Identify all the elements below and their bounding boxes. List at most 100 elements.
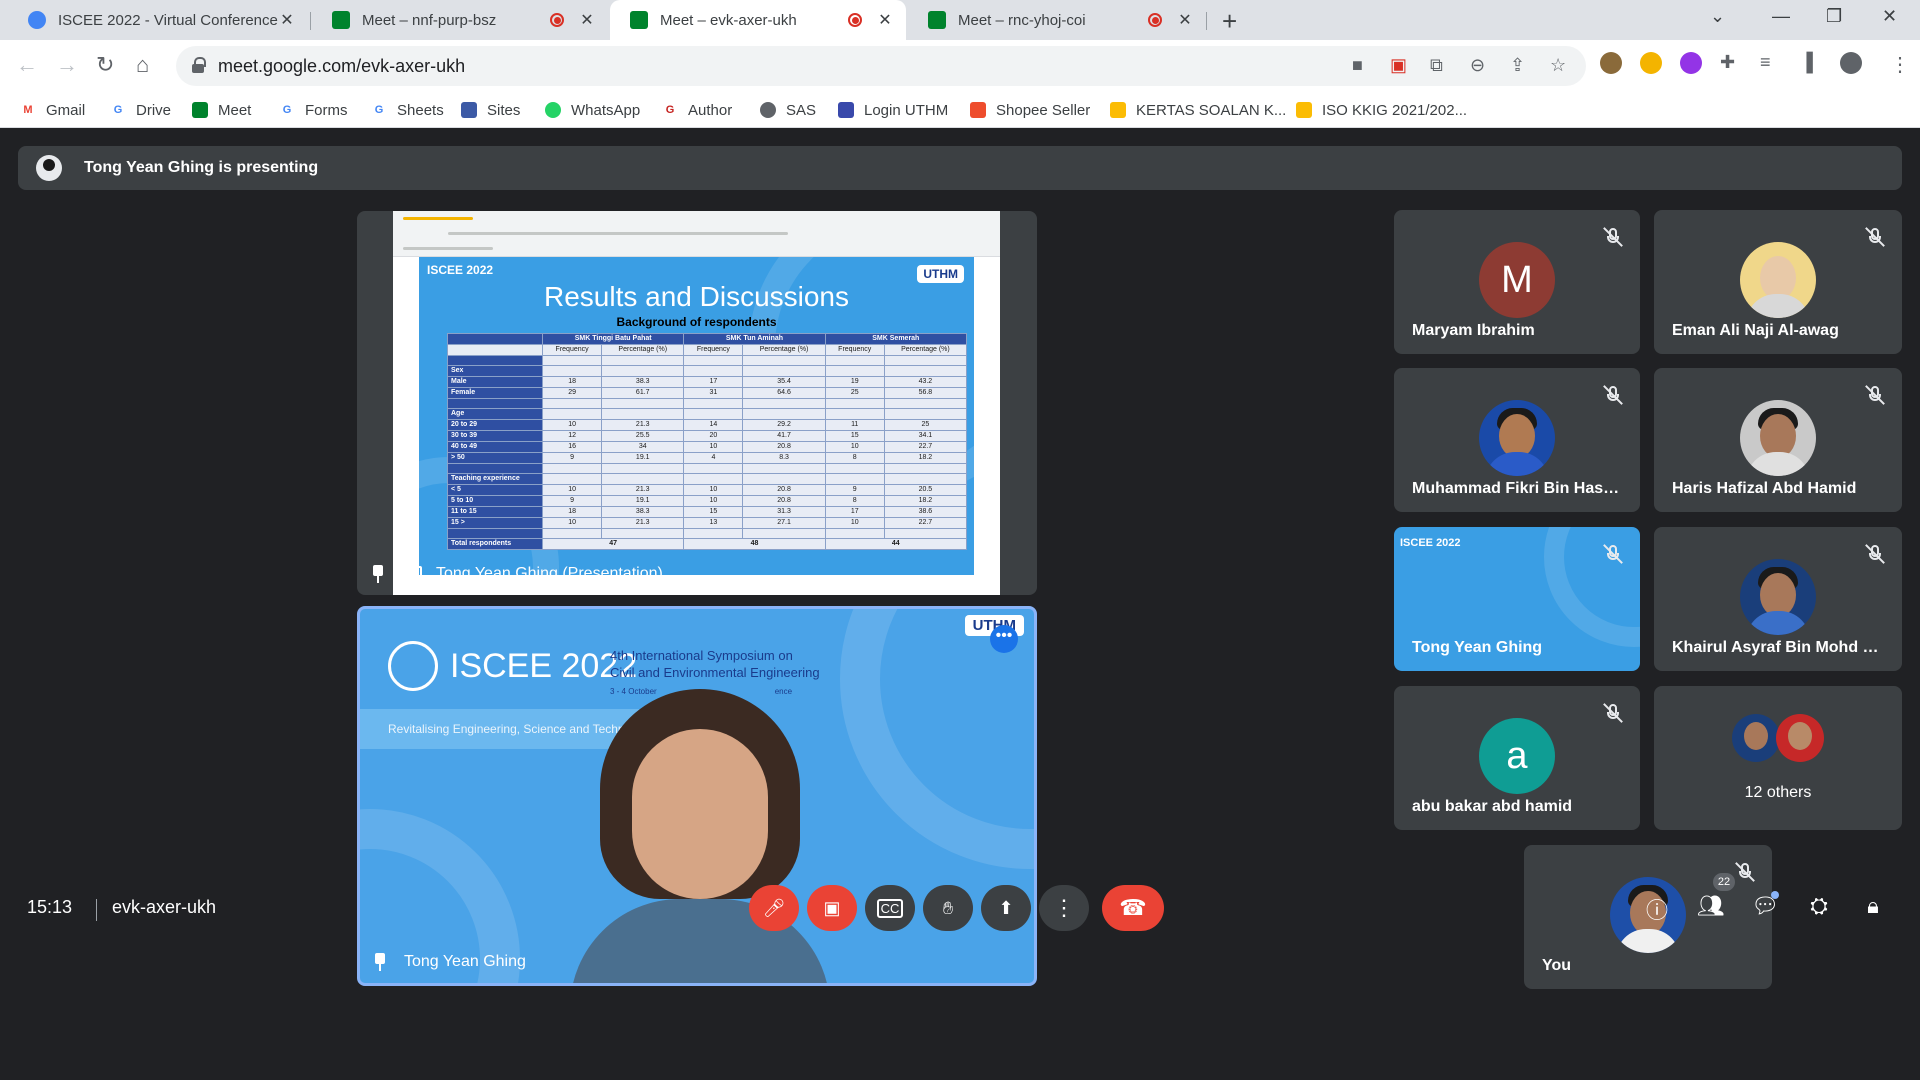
close-tab-icon[interactable]: ✕ [1176,10,1194,30]
school-header: SMK Tun Aminah [683,333,826,345]
tab-search-icon[interactable]: ⌄ [1710,6,1725,27]
close-tab-icon[interactable]: ✕ [578,10,596,30]
tab-iscee[interactable]: ISCEE 2022 - Virtual Conference ✕ [8,0,308,40]
speaker-tile[interactable]: ISCEE 2022 4th International Symposium o… [357,606,1037,986]
column-header: Frequency [683,344,744,356]
zoom-icon[interactable]: ⊖ [1470,55,1485,76]
participant-tile[interactable]: Khairul Asyraf Bin Mohd R... [1654,527,1902,671]
participant-tile-presenter[interactable]: ISCEE 2022 Tong Yean Ghing [1394,527,1640,671]
pin-icon[interactable] [372,565,384,583]
camera-icon[interactable]: ■ [1352,55,1363,76]
restore-button[interactable]: ❐ [1826,6,1842,27]
close-tab-icon[interactable]: ✕ [278,10,296,30]
reload-button[interactable]: ↻ [96,52,114,78]
share-icon[interactable]: ⇪ [1510,55,1525,76]
camera-off-button[interactable]: ▣ [807,885,857,931]
mic-off-icon: 🎤︎ [762,897,786,918]
tab-title: Meet – nnf-purp-bsz [362,11,497,29]
tab-strip: ISCEE 2022 - Virtual Conference ✕ Meet –… [0,0,1920,40]
people-icon[interactable]: 👥︎ [1695,893,1727,919]
home-button[interactable]: ⌂ [136,52,149,78]
bookmark-drive[interactable]: G Drive [110,92,171,128]
row-label: 11 to 15 [447,506,543,518]
bookmark-sas[interactable]: SAS [760,92,816,128]
bookmark-iso[interactable]: ISO KKIG 2021/202... [1296,92,1467,128]
close-tab-icon[interactable]: ✕ [876,10,894,30]
more-options-button[interactable]: ⋮ [1039,885,1089,931]
row-label: < 5 [447,484,543,496]
raise-hand-button[interactable]: ✋︎ [923,885,973,931]
pin-icon[interactable] [374,953,386,971]
bookmark-author[interactable]: G Author [662,92,732,128]
extension-bulb-icon[interactable] [1640,52,1662,74]
open-in-new-icon[interactable]: ⧉ [1430,55,1443,76]
conference-logo: ISCEE 2022 [388,641,637,691]
bookmark-sheets[interactable]: G Sheets [371,92,444,128]
participant-tile[interactable]: Muhammad Fikri Bin Hasm... [1394,368,1640,512]
bookmark-star-icon[interactable]: ☆ [1550,55,1566,76]
bookmark-gmail[interactable]: M Gmail [20,92,85,128]
host-controls-icon[interactable]: 🔒︎ [1857,893,1889,919]
extensions-puzzle-icon[interactable]: ✚ [1720,52,1735,73]
blocked-popup-icon[interactable]: ▣ [1390,55,1407,76]
table-cell: 19.1 [601,452,685,464]
present-screen-icon [402,566,422,582]
table-cell [883,408,968,420]
activities-icon[interactable]: ⛭ [1803,893,1835,919]
profile-avatar[interactable] [1840,52,1862,74]
participant-tile[interactable]: a abu bakar abd hamid [1394,686,1640,830]
table-cell: 8 [824,452,885,464]
back-button[interactable]: ← [16,52,38,78]
table-cell: 20.8 [742,441,826,453]
more-options-icon[interactable]: ••• [990,625,1018,653]
bookmark-kertas[interactable]: KERTAS SOALAN K... [1110,92,1286,128]
forward-button[interactable]: → [56,52,78,78]
bookmark-sites[interactable]: Sites [461,92,520,128]
extension-k-icon[interactable] [1680,52,1702,74]
tab-meet-evk[interactable]: Meet – evk-axer-ukh ✕ [610,0,906,40]
table-cell: 18.2 [883,495,968,507]
meeting-details-icon[interactable]: ⓘ [1641,893,1673,925]
participant-name: Haris Hafizal Abd Hamid [1672,480,1857,497]
meeting-code[interactable]: evk-axer-ukh [112,897,216,918]
address-bar[interactable]: meet.google.com/evk-axer-ukh ■ ▣ ⧉ ⊖ ⇪ ☆ [176,46,1586,86]
mic-off-button[interactable]: 🎤︎ [749,885,799,931]
bookmark-login-uthm[interactable]: Login UTHM [838,92,948,128]
bookmark-shopee[interactable]: Shopee Seller [970,92,1090,128]
tab-title: ISCEE 2022 - Virtual Conference [58,11,278,29]
browser-toolbar: ← → ↻ ⌂ meet.google.com/evk-axer-ukh ■ ▣… [0,40,1920,92]
table-cell [683,463,744,474]
table-cell [541,463,603,474]
minimize-button[interactable]: — [1772,6,1790,27]
others-tile[interactable]: 12 others [1654,686,1902,830]
chrome-menu-icon[interactable]: ⋮ [1890,52,1910,77]
bookmark-whatsapp[interactable]: WhatsApp [545,92,640,128]
table-cell [883,463,968,474]
captions-button[interactable]: CC [865,885,915,931]
participant-tile[interactable]: Eman Ali Naji Al-awag [1654,210,1902,354]
table-cell: 8 [824,495,885,507]
avatar [1732,714,1780,762]
new-tab-button[interactable]: + [1222,6,1237,37]
participant-name: Eman Ali Naji Al-awag [1672,322,1839,339]
end-call-icon: ☎︎ [1119,895,1147,920]
row-label: Total respondents [447,538,543,550]
extension-owl-icon[interactable] [1600,52,1622,74]
participant-tile[interactable]: M Maryam Ibrahim [1394,210,1640,354]
tab-meet-nnf[interactable]: Meet – nnf-purp-bsz ✕ [312,0,608,40]
present-button[interactable]: ⬆ [981,885,1031,931]
globe-icon [760,102,776,118]
media-control-icon[interactable]: ≡ [1760,52,1771,73]
table-cell: 38.3 [601,506,685,518]
row-label [447,398,543,409]
leave-call-button[interactable]: ☎︎ [1102,885,1164,931]
presentation-tile[interactable]: ISCEE 2022 UTHM Results and Discussions … [357,211,1037,595]
tab-meet-rnc[interactable]: Meet – rnc-yhoj-coi ✕ [908,0,1206,40]
bookmark-forms[interactable]: G Forms [279,92,348,128]
participant-tile[interactable]: Haris Hafizal Abd Hamid [1654,368,1902,512]
side-panel-icon[interactable]: ▐ [1800,52,1813,73]
bookmark-meet[interactable]: Meet [192,92,251,128]
close-window-button[interactable]: ✕ [1882,6,1897,27]
table-cell: 9 [824,484,885,496]
present-icon: ⬆ [998,897,1014,918]
